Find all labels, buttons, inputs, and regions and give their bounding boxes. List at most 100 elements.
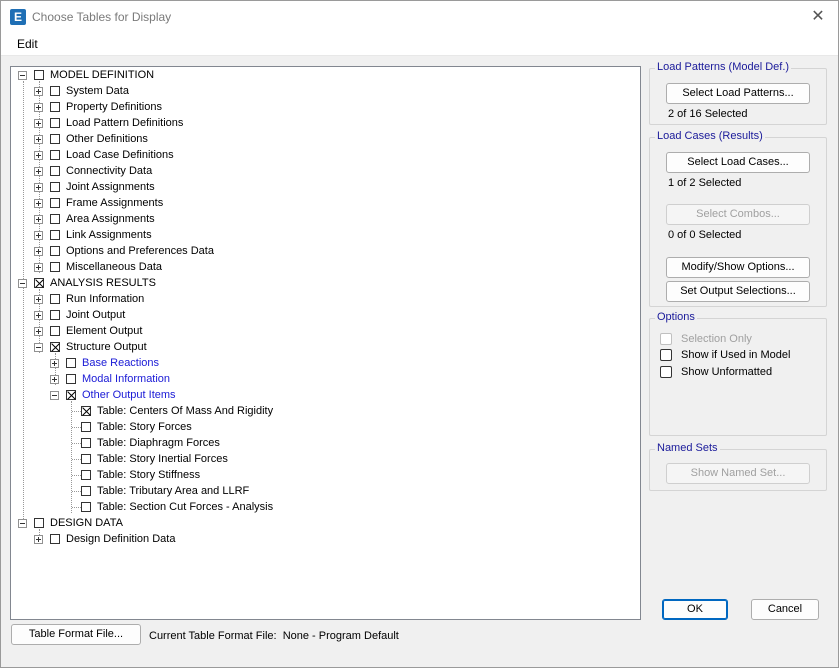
show-named-set-button[interactable]: Show Named Set... xyxy=(666,463,810,484)
tree-node-base-reactions[interactable]: Base Reactions xyxy=(50,355,159,371)
set-output-selections-button[interactable]: Set Output Selections... xyxy=(666,281,810,302)
checkbox[interactable] xyxy=(50,214,60,224)
checkbox[interactable] xyxy=(50,294,60,304)
checkbox[interactable] xyxy=(66,374,76,384)
collapse-icon[interactable] xyxy=(18,70,27,80)
expand-icon[interactable] xyxy=(34,198,43,208)
tree-node-table-diaphragm-forces[interactable]: Table: Diaphragm Forces xyxy=(81,435,220,451)
checkbox[interactable] xyxy=(50,198,60,208)
selection-only-checkbox[interactable]: Selection Only xyxy=(660,333,752,345)
checkbox[interactable] xyxy=(50,326,60,336)
menu-edit[interactable]: Edit xyxy=(17,37,38,51)
select-load-patterns-button[interactable]: Select Load Patterns... xyxy=(666,83,810,104)
checkbox[interactable] xyxy=(50,150,60,160)
checkbox[interactable] xyxy=(81,486,91,496)
checkbox[interactable] xyxy=(81,438,91,448)
checkbox[interactable] xyxy=(50,118,60,128)
tree-node-area-assignments[interactable]: Area Assignments xyxy=(34,211,155,227)
checkbox[interactable] xyxy=(66,358,76,368)
tree-node-other-output-items[interactable]: Other Output Items xyxy=(50,387,176,403)
checkbox[interactable] xyxy=(34,70,44,80)
checkbox[interactable] xyxy=(50,246,60,256)
expand-icon[interactable] xyxy=(34,294,43,304)
checkbox[interactable] xyxy=(50,134,60,144)
checkbox[interactable] xyxy=(81,422,91,432)
expand-icon[interactable] xyxy=(34,102,43,112)
table-tree[interactable]: MODEL DEFINITION System Data Property De… xyxy=(10,66,641,620)
tree-node-table-story-stiffness[interactable]: Table: Story Stiffness xyxy=(81,467,200,483)
collapse-icon[interactable] xyxy=(18,278,27,288)
collapse-icon[interactable] xyxy=(34,342,43,352)
checkbox[interactable] xyxy=(50,310,60,320)
expand-icon[interactable] xyxy=(34,326,43,336)
tree-node-miscellaneous-data[interactable]: Miscellaneous Data xyxy=(34,259,162,275)
expand-icon[interactable] xyxy=(50,374,59,384)
tree-node-table-section-cut-forces[interactable]: Table: Section Cut Forces - Analysis xyxy=(81,499,273,515)
tree-node-model-definition[interactable]: MODEL DEFINITION xyxy=(18,67,154,83)
checkbox[interactable] xyxy=(34,518,44,528)
modify-show-options-button[interactable]: Modify/Show Options... xyxy=(666,257,810,278)
checkbox-checked[interactable] xyxy=(81,406,91,416)
tree-node-joint-output[interactable]: Joint Output xyxy=(34,307,125,323)
checkbox-box[interactable] xyxy=(660,366,672,378)
show-unformatted-checkbox[interactable]: Show Unformatted xyxy=(660,366,772,378)
expand-icon[interactable] xyxy=(34,166,43,176)
checkbox[interactable] xyxy=(50,230,60,240)
checkbox[interactable] xyxy=(50,102,60,112)
checkbox-box[interactable] xyxy=(660,349,672,361)
tree-node-run-information[interactable]: Run Information xyxy=(34,291,144,307)
checkbox[interactable] xyxy=(50,182,60,192)
tree-node-other-definitions[interactable]: Other Definitions xyxy=(34,131,148,147)
expand-icon[interactable] xyxy=(34,150,43,160)
tree-node-design-definition-data[interactable]: Design Definition Data xyxy=(34,531,175,547)
select-load-cases-button[interactable]: Select Load Cases... xyxy=(666,152,810,173)
collapse-icon[interactable] xyxy=(18,518,27,528)
checkbox[interactable] xyxy=(50,86,60,96)
checkbox[interactable] xyxy=(81,454,91,464)
tree-node-load-case-definitions[interactable]: Load Case Definitions xyxy=(34,147,174,163)
tree-node-joint-assignments[interactable]: Joint Assignments xyxy=(34,179,155,195)
tree-node-system-data[interactable]: System Data xyxy=(34,83,129,99)
tree-node-analysis-results[interactable]: ANALYSIS RESULTS xyxy=(18,275,156,291)
expand-icon[interactable] xyxy=(34,134,43,144)
close-icon[interactable]: ✕ xyxy=(808,7,828,27)
tree-node-link-assignments[interactable]: Link Assignments xyxy=(34,227,152,243)
tree-node-table-story-inertial-forces[interactable]: Table: Story Inertial Forces xyxy=(81,451,228,467)
cancel-button[interactable]: Cancel xyxy=(751,599,819,620)
tree-node-table-centers-of-mass[interactable]: Table: Centers Of Mass And Rigidity xyxy=(81,403,273,419)
tree-node-options-preferences[interactable]: Options and Preferences Data xyxy=(34,243,214,259)
table-format-file-button[interactable]: Table Format File... xyxy=(11,624,141,645)
expand-icon[interactable] xyxy=(34,246,43,256)
show-if-used-checkbox[interactable]: Show if Used in Model xyxy=(660,349,790,361)
expand-icon[interactable] xyxy=(50,358,59,368)
expand-icon[interactable] xyxy=(34,86,43,96)
expand-icon[interactable] xyxy=(34,310,43,320)
collapse-icon[interactable] xyxy=(50,390,59,400)
tree-node-element-output[interactable]: Element Output xyxy=(34,323,142,339)
expand-icon[interactable] xyxy=(34,182,43,192)
tree-node-load-pattern-definitions[interactable]: Load Pattern Definitions xyxy=(34,115,183,131)
expand-icon[interactable] xyxy=(34,230,43,240)
checkbox-checked[interactable] xyxy=(34,278,44,288)
tree-node-frame-assignments[interactable]: Frame Assignments xyxy=(34,195,163,211)
tree-node-connectivity-data[interactable]: Connectivity Data xyxy=(34,163,152,179)
tree-node-property-definitions[interactable]: Property Definitions xyxy=(34,99,162,115)
checkbox[interactable] xyxy=(81,502,91,512)
tree-node-structure-output[interactable]: Structure Output xyxy=(34,339,147,355)
expand-icon[interactable] xyxy=(34,262,43,272)
tree-node-table-story-forces[interactable]: Table: Story Forces xyxy=(81,419,192,435)
checkbox-checked[interactable] xyxy=(66,390,76,400)
checkbox[interactable] xyxy=(50,166,60,176)
checkbox-box[interactable] xyxy=(660,333,672,345)
expand-icon[interactable] xyxy=(34,214,43,224)
tree-node-table-tributary-area[interactable]: Table: Tributary Area and LLRF xyxy=(81,483,249,499)
expand-icon[interactable] xyxy=(34,534,43,544)
tree-node-modal-information[interactable]: Modal Information xyxy=(50,371,170,387)
checkbox[interactable] xyxy=(50,262,60,272)
expand-icon[interactable] xyxy=(34,118,43,128)
tree-node-design-data[interactable]: DESIGN DATA xyxy=(18,515,123,531)
select-combos-button[interactable]: Select Combos... xyxy=(666,204,810,225)
checkbox-checked[interactable] xyxy=(50,342,60,352)
checkbox[interactable] xyxy=(50,534,60,544)
checkbox[interactable] xyxy=(81,470,91,480)
